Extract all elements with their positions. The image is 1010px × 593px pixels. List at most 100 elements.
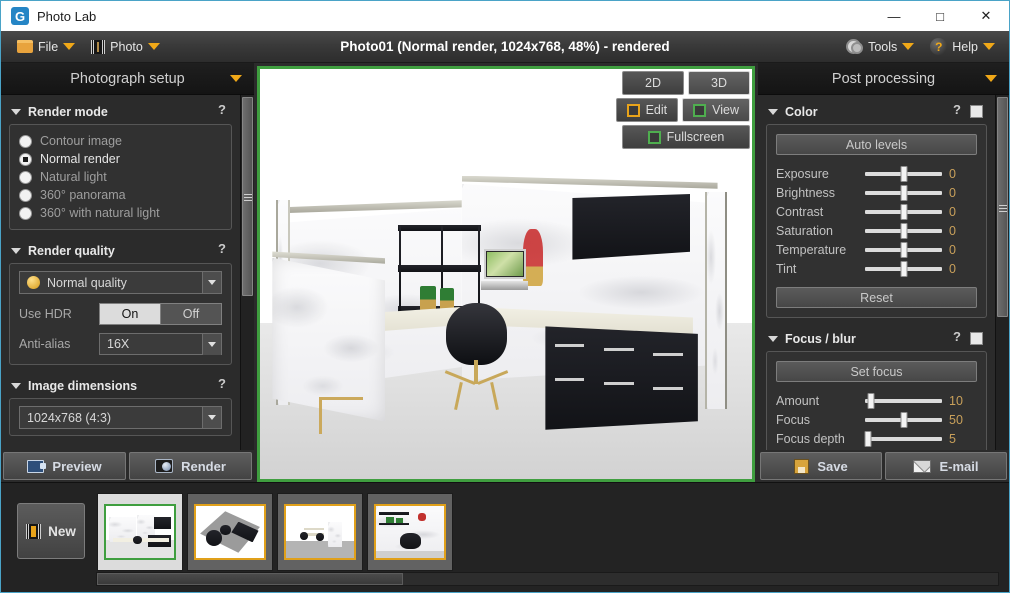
help-icon[interactable]: ?	[218, 376, 226, 391]
radio-contour-image[interactable]: Contour image	[19, 132, 222, 150]
slider-track[interactable]	[865, 222, 942, 239]
render-quality-title-row[interactable]: Render quality ?	[9, 240, 232, 263]
anti-alias-select[interactable]: 16X	[99, 333, 222, 355]
slider-value: 0	[949, 185, 956, 200]
menu-help[interactable]: ? Help	[922, 34, 1003, 60]
fullscreen-label: Fullscreen	[666, 130, 725, 144]
maximize-button[interactable]: □	[917, 1, 963, 31]
collapse-triangle-icon[interactable]	[768, 336, 778, 342]
left-panel-scrollbar[interactable]	[240, 95, 254, 450]
right-panel: Post processing Color ? Auto levels Expo…	[758, 63, 1009, 482]
title-bar: Photo Lab — □ ✕	[1, 1, 1009, 31]
anti-alias-value: 16X	[107, 337, 130, 351]
chevron-down-icon[interactable]	[230, 75, 242, 82]
preview-button[interactable]: Preview	[3, 452, 126, 480]
color-title-row[interactable]: Color ?	[766, 101, 987, 124]
slider-track[interactable]	[865, 241, 942, 258]
hdr-on-button[interactable]: On	[99, 303, 161, 325]
slider-blur-bleed: Blur bleed 140	[776, 448, 977, 450]
slider-track[interactable]	[865, 165, 942, 182]
radio-icon[interactable]	[19, 188, 32, 202]
menu-photo[interactable]: Photo	[83, 34, 168, 60]
set-focus-button[interactable]: Set focus	[776, 361, 977, 382]
right-panel-scroll-area: Color ? Auto levels Exposure 0 Brightnes…	[758, 95, 1009, 450]
slider-track[interactable]	[865, 411, 942, 428]
chevron-down-icon	[147, 43, 160, 50]
slider-track[interactable]	[864, 430, 942, 447]
scene-flower-vase	[523, 228, 543, 287]
color-enable-checkbox[interactable]	[970, 105, 983, 118]
scrollbar-grip-icon	[243, 192, 252, 201]
close-button[interactable]: ✕	[963, 1, 1009, 31]
render-mode-title-row[interactable]: Render mode ?	[9, 101, 232, 124]
chevron-down-icon[interactable]	[202, 333, 221, 355]
view-2d-button[interactable]: 2D	[622, 71, 684, 95]
view-mode-button[interactable]: View	[682, 98, 750, 122]
post-processing-header[interactable]: Post processing	[758, 63, 1009, 95]
radio-natural-light[interactable]: Natural light	[19, 168, 222, 186]
collapse-triangle-icon[interactable]	[11, 383, 21, 389]
thumbnail-3[interactable]	[277, 493, 363, 571]
focus-blur-title-row[interactable]: Focus / blur ?	[766, 328, 987, 351]
menu-file[interactable]: File	[9, 34, 83, 60]
scrollbar-thumb[interactable]	[242, 97, 253, 296]
collapse-triangle-icon[interactable]	[11, 248, 21, 254]
slider-knob	[900, 260, 907, 277]
chevron-down-icon[interactable]	[202, 272, 221, 293]
image-dimensions-select[interactable]: 1024x768 (4:3)	[19, 406, 222, 429]
slider-value: 5	[949, 431, 956, 446]
fullscreen-row: Fullscreen	[622, 125, 750, 149]
new-photo-button[interactable]: New	[17, 503, 85, 559]
menu-help-label: Help	[952, 39, 978, 54]
app-logo-icon	[11, 7, 29, 25]
slider-track[interactable]	[865, 260, 942, 277]
quality-select-value: Normal quality	[47, 275, 127, 290]
gears-icon	[846, 39, 864, 54]
focus-blur-enable-checkbox[interactable]	[970, 332, 983, 345]
render-button[interactable]: Render	[129, 452, 252, 480]
save-button[interactable]: Save	[760, 452, 882, 480]
film-icon	[91, 39, 106, 54]
edit-mode-button[interactable]: Edit	[615, 98, 679, 122]
filmstrip-scrollbar[interactable]	[96, 572, 999, 586]
help-icon[interactable]: ?	[218, 241, 226, 256]
collapse-triangle-icon[interactable]	[11, 109, 21, 115]
radio-icon[interactable]	[19, 170, 32, 184]
radio-360-panorama[interactable]: 360° panorama	[19, 186, 222, 204]
render-viewport[interactable]: 2D 3D Edit View Fullscreen	[257, 66, 755, 482]
thumbnail-4[interactable]	[367, 493, 453, 571]
view-3d-button[interactable]: 3D	[688, 71, 750, 95]
photograph-setup-header[interactable]: Photograph setup	[1, 63, 254, 95]
menu-tools[interactable]: Tools	[838, 34, 922, 60]
slider-track[interactable]	[865, 203, 942, 220]
auto-levels-button[interactable]: Auto levels	[776, 134, 977, 155]
radio-icon-selected[interactable]	[19, 152, 32, 166]
help-icon[interactable]: ?	[953, 102, 961, 117]
fullscreen-button[interactable]: Fullscreen	[622, 125, 750, 149]
help-icon[interactable]: ?	[218, 102, 226, 117]
hdr-off-button[interactable]: Off	[161, 303, 222, 325]
thumbnail-2[interactable]	[187, 493, 273, 571]
radio-icon[interactable]	[19, 206, 32, 220]
quality-select[interactable]: Normal quality	[19, 271, 222, 294]
help-icon[interactable]: ?	[953, 329, 961, 344]
thumbnail-1[interactable]	[97, 493, 183, 571]
slider-label: Amount	[776, 393, 820, 408]
save-button-label: Save	[817, 458, 848, 474]
use-hdr-row: Use HDR On Off	[19, 303, 222, 325]
radio-normal-render[interactable]: Normal render	[19, 150, 222, 168]
slider-track[interactable]	[865, 392, 942, 409]
radio-icon[interactable]	[19, 134, 32, 148]
scrollbar-thumb[interactable]	[997, 97, 1008, 318]
minimize-button[interactable]: —	[871, 1, 917, 31]
chevron-down-icon[interactable]	[202, 407, 221, 428]
collapse-triangle-icon[interactable]	[768, 109, 778, 115]
radio-360-natural-light[interactable]: 360° with natural light	[19, 204, 222, 222]
image-dimensions-title-row[interactable]: Image dimensions ?	[9, 375, 232, 398]
filmstrip-scrollbar-thumb[interactable]	[97, 573, 404, 585]
color-reset-button[interactable]: Reset	[776, 287, 977, 308]
slider-track[interactable]	[865, 184, 942, 201]
right-panel-scrollbar[interactable]	[995, 95, 1009, 450]
email-button[interactable]: E-mail	[885, 452, 1007, 480]
chevron-down-icon[interactable]	[985, 75, 997, 82]
